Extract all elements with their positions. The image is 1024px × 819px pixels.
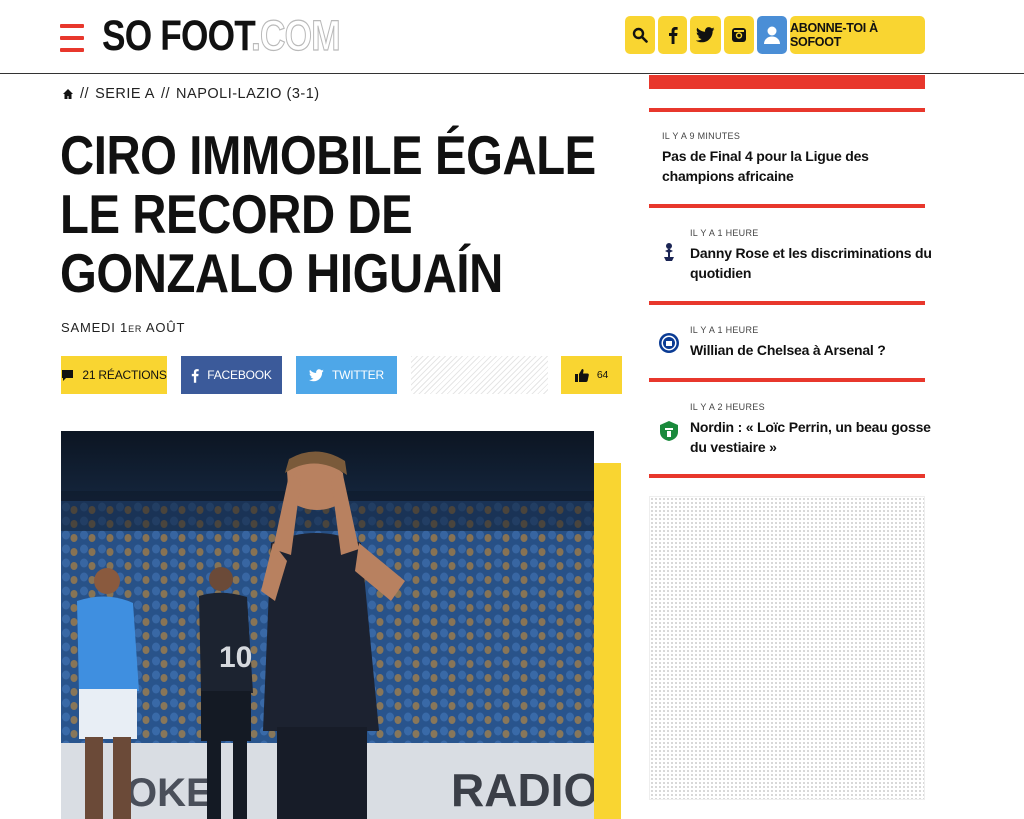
twitter-icon — [696, 27, 715, 43]
logo-text: SO FOOT — [102, 12, 252, 60]
twitter-icon — [309, 368, 324, 381]
news-headline[interactable]: Nordin : « Loïc Perrin, un beau gosse du… — [690, 417, 950, 457]
instagram-icon — [732, 28, 746, 42]
thumbs-up-icon — [574, 368, 589, 382]
breadcrumb-separator: // — [160, 86, 171, 102]
sidebar-divider — [649, 474, 925, 478]
banner-text: RADIO — [451, 764, 594, 816]
player-photo: RADIO OKE 10 — [61, 431, 594, 819]
banner-text-left: OKE — [126, 771, 213, 815]
news-headline[interactable]: Pas de Final 4 pour la Ligue des champio… — [662, 146, 922, 186]
subscribe-button[interactable]: ABONNE-TOI À SOFOOT — [790, 16, 925, 54]
breadcrumb-league[interactable]: SERIE A — [95, 86, 155, 102]
sidebar-news-item[interactable]: IL Y A 2 HEURES Nordin : « Loïc Perrin, … — [690, 402, 950, 457]
chelsea-crest-icon — [659, 333, 679, 353]
account-button[interactable] — [757, 16, 787, 54]
facebook-button[interactable] — [658, 16, 687, 54]
comment-icon — [62, 369, 74, 381]
photo-accent-bar — [594, 463, 621, 819]
article-photo: RADIO OKE 10 — [61, 431, 594, 819]
sidebar-news-item[interactable]: IL Y A 1 HEURE Willian de Chelsea à Arse… — [690, 325, 950, 360]
logo-suffix: .COM — [251, 11, 342, 60]
sidebar-divider — [649, 378, 925, 382]
home-icon[interactable] — [62, 88, 74, 100]
site-header: SO FOOT.COM ABONNE-TOI À SOFOOT — [0, 0, 1024, 74]
news-time: IL Y A 9 MINUTES — [662, 131, 741, 141]
news-time: IL Y A 1 HEURE — [690, 228, 759, 238]
sidebar-news-item[interactable]: IL Y A 9 MINUTES Pas de Final 4 pour la … — [662, 131, 922, 186]
date-day: SAMEDI 1 — [61, 320, 129, 335]
sidebar-divider — [649, 108, 925, 112]
date-ordinal: ER — [128, 324, 143, 334]
sidebar-divider — [649, 301, 925, 305]
twitter-label: TWITTER — [332, 368, 384, 382]
advertisement-placeholder — [649, 496, 925, 800]
search-button[interactable] — [625, 16, 655, 54]
breadcrumb-match[interactable]: NAPOLI-LAZIO (3-1) — [176, 86, 320, 102]
date-month: AOÛT — [142, 320, 186, 335]
reactions-button[interactable]: 21 RÉACTIONS — [61, 356, 167, 394]
user-icon — [764, 26, 780, 44]
instagram-button[interactable] — [724, 16, 754, 54]
breadcrumb: // SERIE A // NAPOLI-LAZIO (3-1) — [62, 86, 320, 102]
news-headline[interactable]: Willian de Chelsea à Arsenal ? — [690, 340, 950, 360]
sidebar-news-item[interactable]: IL Y A 1 HEURE Danny Rose et les discrim… — [690, 228, 950, 283]
site-logo[interactable]: SO FOOT.COM — [102, 11, 342, 61]
tottenham-crest-icon — [664, 243, 674, 261]
news-time: IL Y A 2 HEURES — [690, 402, 765, 412]
news-time: IL Y A 1 HEURE — [690, 325, 759, 335]
facebook-label: FACEBOOK — [207, 368, 272, 382]
share-twitter-button[interactable]: TWITTER — [296, 356, 397, 394]
facebook-icon — [192, 368, 199, 383]
twitter-button[interactable] — [690, 16, 721, 54]
share-placeholder — [411, 356, 548, 394]
share-facebook-button[interactable]: FACEBOOK — [181, 356, 282, 394]
article-date: SAMEDI 1ER AOÛT — [61, 320, 185, 335]
article-title: CIRO IMMOBILE ÉGALE LE RECORD DE GONZALO… — [60, 124, 596, 304]
menu-icon[interactable] — [60, 24, 84, 52]
likes-count: 64 — [596, 369, 609, 381]
sidebar-top-bar — [649, 75, 925, 89]
facebook-icon — [668, 27, 678, 44]
saint-etienne-crest-icon — [660, 421, 678, 441]
reactions-label: 21 RÉACTIONS — [82, 368, 167, 382]
search-icon — [632, 27, 648, 43]
breadcrumb-separator: // — [80, 86, 90, 102]
jersey-number: 10 — [219, 641, 252, 674]
news-headline[interactable]: Danny Rose et les discriminations du quo… — [690, 243, 950, 283]
like-button[interactable]: 64 — [561, 356, 622, 394]
sidebar-divider — [649, 204, 925, 208]
